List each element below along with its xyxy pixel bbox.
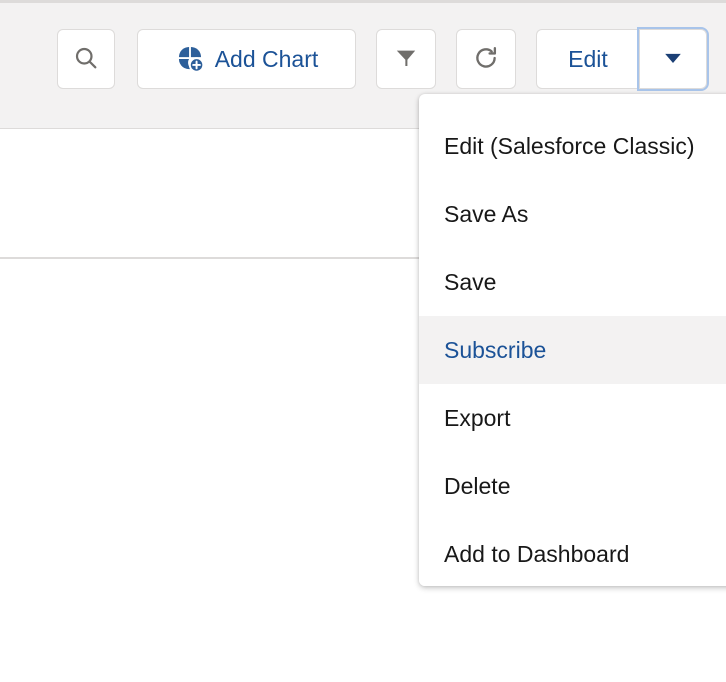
menu-item-add-to-dashboard[interactable]: Add to Dashboard: [419, 520, 726, 586]
add-chart-button[interactable]: Add Chart: [137, 29, 356, 89]
filter-button[interactable]: [376, 29, 436, 89]
edit-label: Edit: [568, 45, 608, 72]
edit-dropdown-button[interactable]: [637, 27, 709, 91]
pie-chart-add-icon: [175, 43, 205, 76]
chevron-down-icon: [660, 45, 686, 74]
refresh-button[interactable]: [456, 29, 516, 89]
search-icon: [72, 44, 100, 75]
refresh-icon: [472, 44, 500, 75]
menu-item-delete[interactable]: Delete: [419, 452, 726, 520]
menu-item-export[interactable]: Export: [419, 384, 726, 452]
edit-button[interactable]: Edit: [536, 29, 639, 89]
menu-item-edit-salesforce-classic[interactable]: Edit (Salesforce Classic): [419, 112, 726, 180]
filter-funnel-icon: [393, 45, 419, 74]
edit-actions-dropdown-menu: Edit (Salesforce Classic) Save As Save Subs…: [419, 94, 726, 586]
search-button[interactable]: [57, 29, 115, 89]
menu-item-save[interactable]: Save: [419, 248, 726, 316]
add-chart-label: Add Chart: [214, 45, 319, 72]
menu-item-subscribe[interactable]: Subscribe: [419, 316, 726, 384]
menu-item-save-as[interactable]: Save As: [419, 180, 726, 248]
